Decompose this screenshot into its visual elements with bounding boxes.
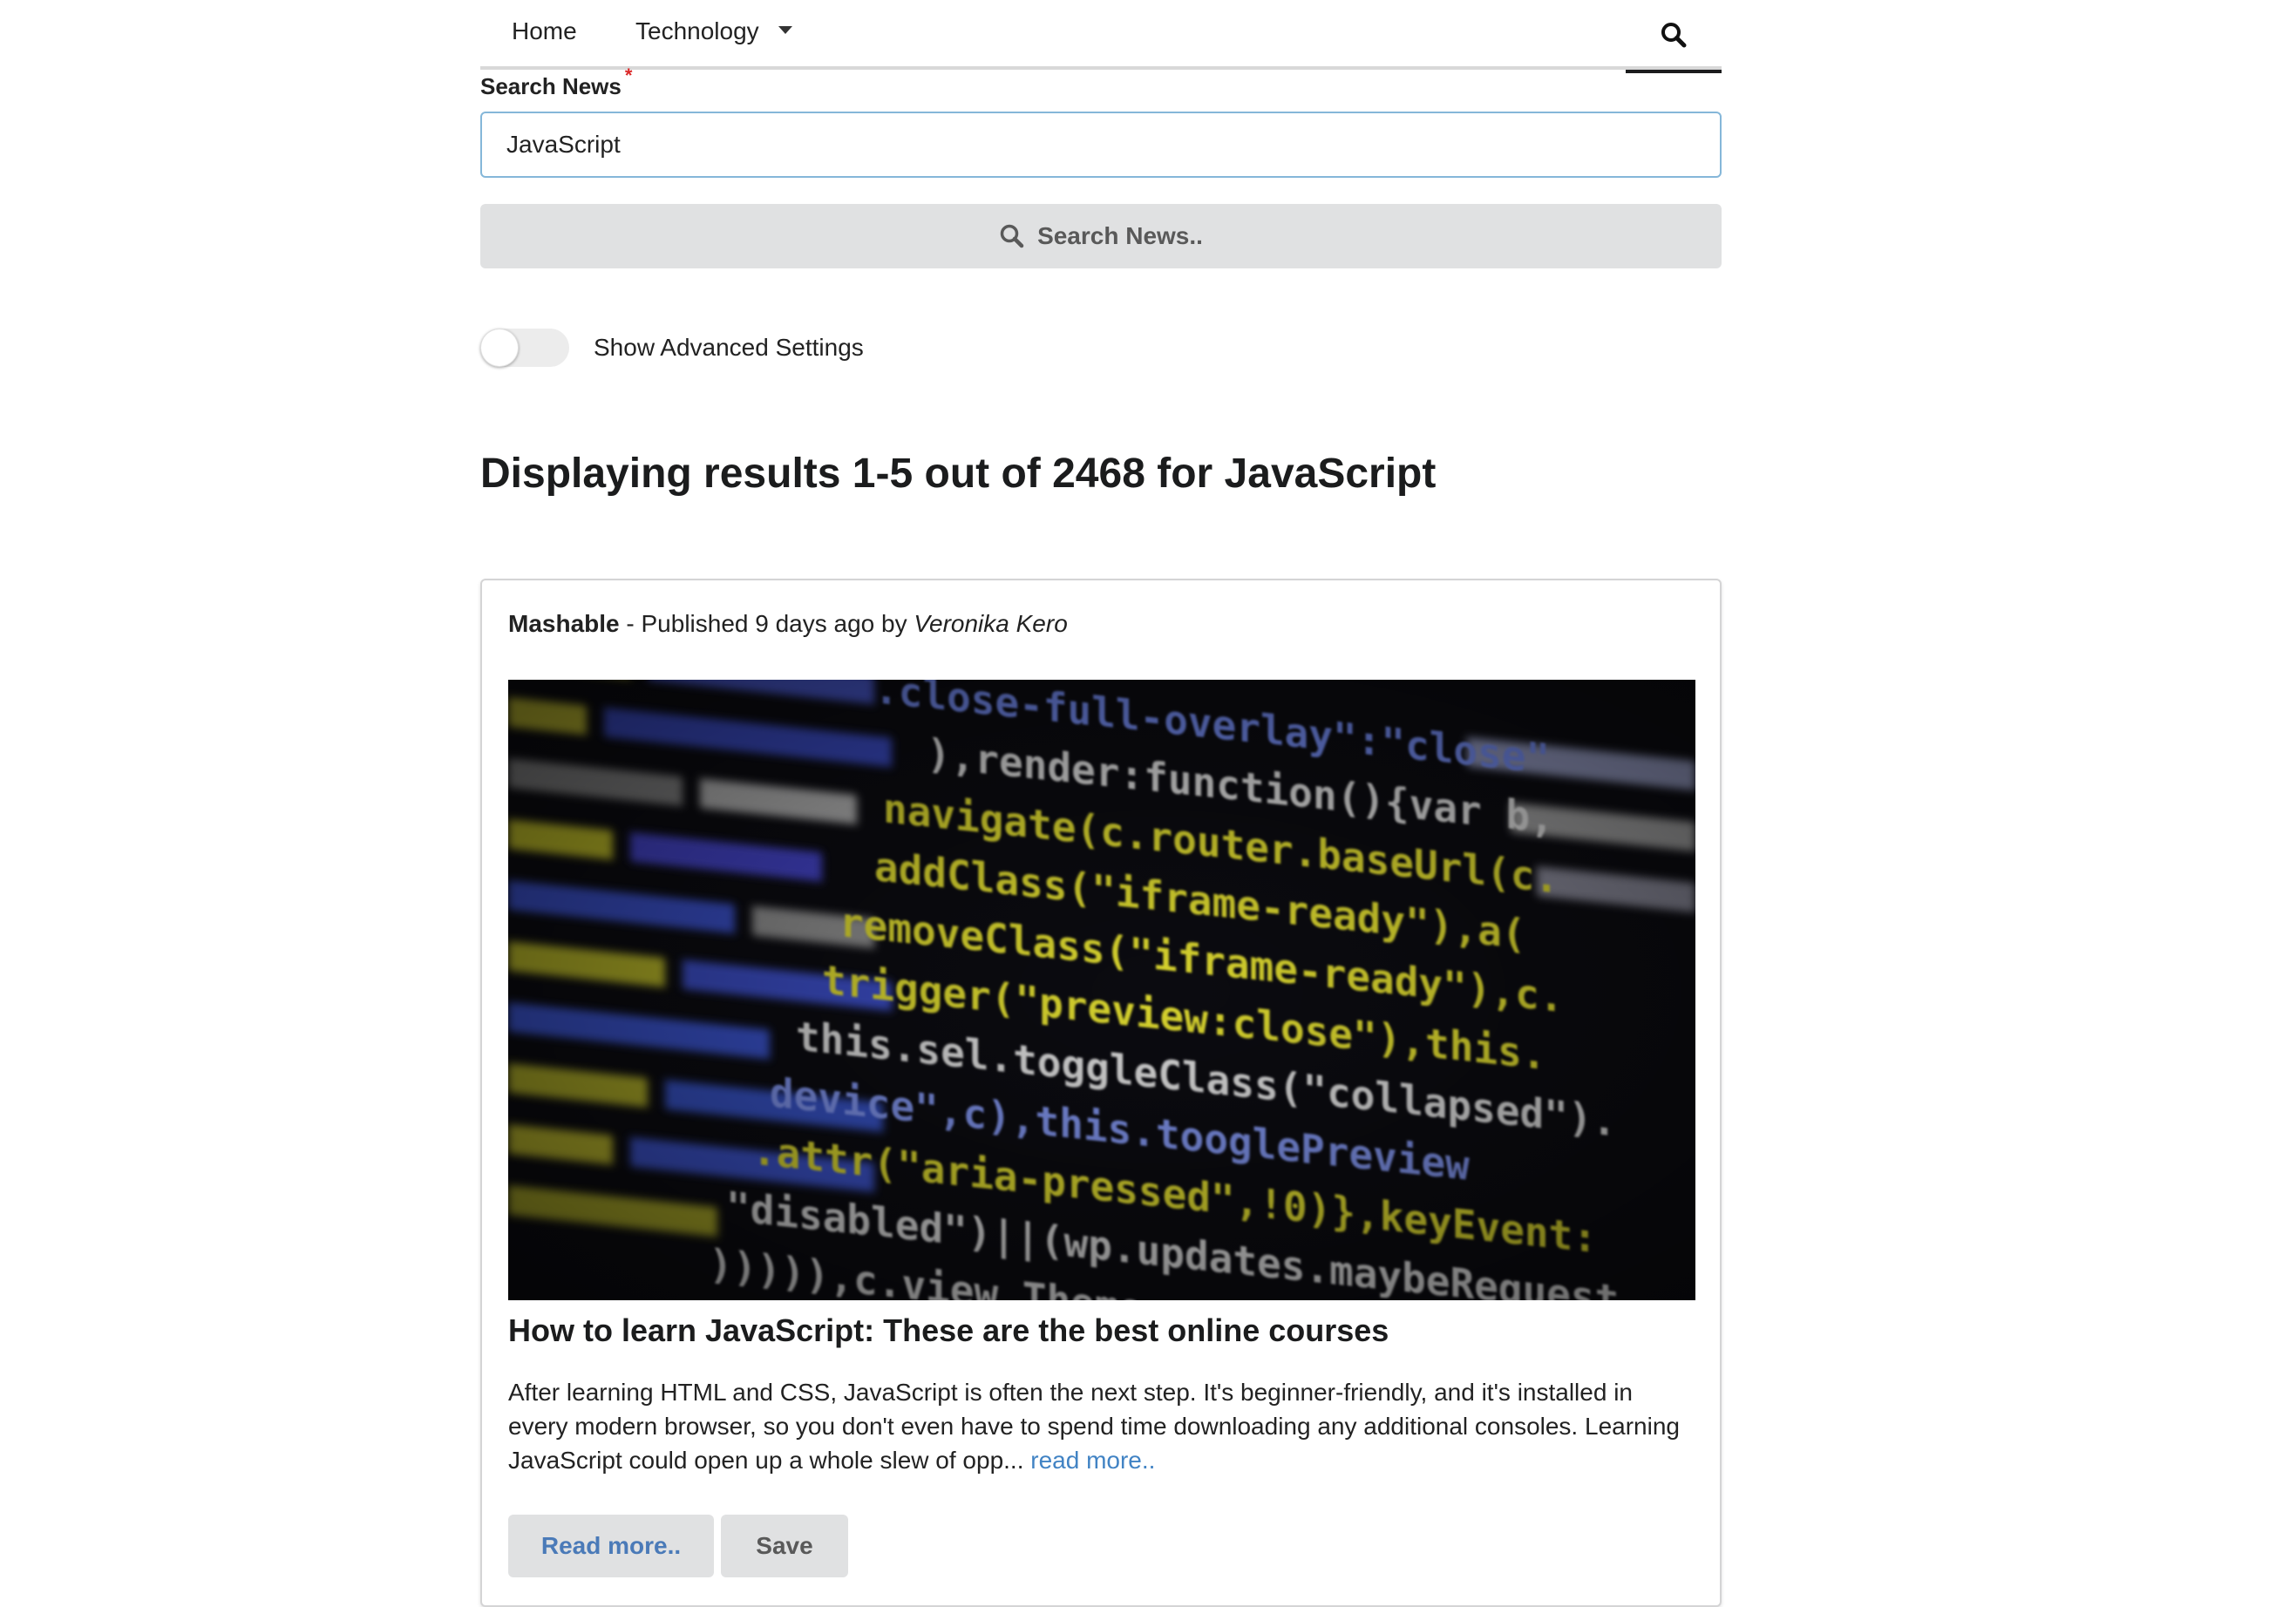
nav-search-button[interactable]	[1626, 0, 1722, 73]
nav-technology-dropdown[interactable]: Technology	[635, 17, 792, 45]
article-meta: Mashable - Published 9 days ago by Veron…	[508, 610, 1068, 638]
search-input[interactable]	[480, 112, 1722, 178]
search-icon	[1000, 224, 1024, 248]
article-description: After learning HTML and CSS, JavaScript …	[508, 1375, 1695, 1477]
article-published: - Published 9 days ago by	[619, 610, 914, 637]
nav-home-link[interactable]: Home	[512, 17, 577, 45]
search-field-label: Search News *	[480, 64, 632, 100]
advanced-settings-toggle[interactable]	[480, 329, 569, 367]
required-marker: *	[624, 64, 633, 86]
top-nav: Home Technology	[480, 0, 1722, 73]
page-container: Home Technology Search News* Search News…	[480, 0, 1722, 1607]
results-heading: Displaying results 1-5 out of 2468 for J…	[480, 451, 1437, 497]
search-icon	[1661, 23, 1687, 48]
inline-read-more-link[interactable]: read more..	[1030, 1447, 1155, 1474]
search-news-button[interactable]: Search News..	[480, 204, 1722, 268]
search-label-text: Search News	[480, 73, 622, 99]
article-source: Mashable	[508, 610, 620, 637]
article-actions: Read more.. Save	[508, 1515, 855, 1577]
caret-down-icon	[778, 26, 792, 35]
article-card: Mashable - Published 9 days ago by Veron…	[480, 579, 1722, 1607]
advanced-settings-row: Show Advanced Settings	[480, 328, 864, 368]
read-more-button[interactable]: Read more..	[508, 1515, 714, 1577]
search-button-label: Search News..	[1037, 222, 1203, 249]
advanced-settings-label[interactable]: Show Advanced Settings	[594, 334, 864, 362]
article-title[interactable]: How to learn JavaScript: These are the b…	[508, 1312, 1389, 1349]
code-screenshot-image: .close-full-overlay":"close" ),render:fu…	[508, 680, 1695, 1300]
article-author: Veronika Kero	[914, 610, 1068, 637]
nav-technology-label: Technology	[635, 17, 759, 44]
toggle-knob	[480, 329, 519, 367]
article-image[interactable]: .close-full-overlay":"close" ),render:fu…	[508, 680, 1695, 1300]
save-button[interactable]: Save	[721, 1515, 848, 1577]
